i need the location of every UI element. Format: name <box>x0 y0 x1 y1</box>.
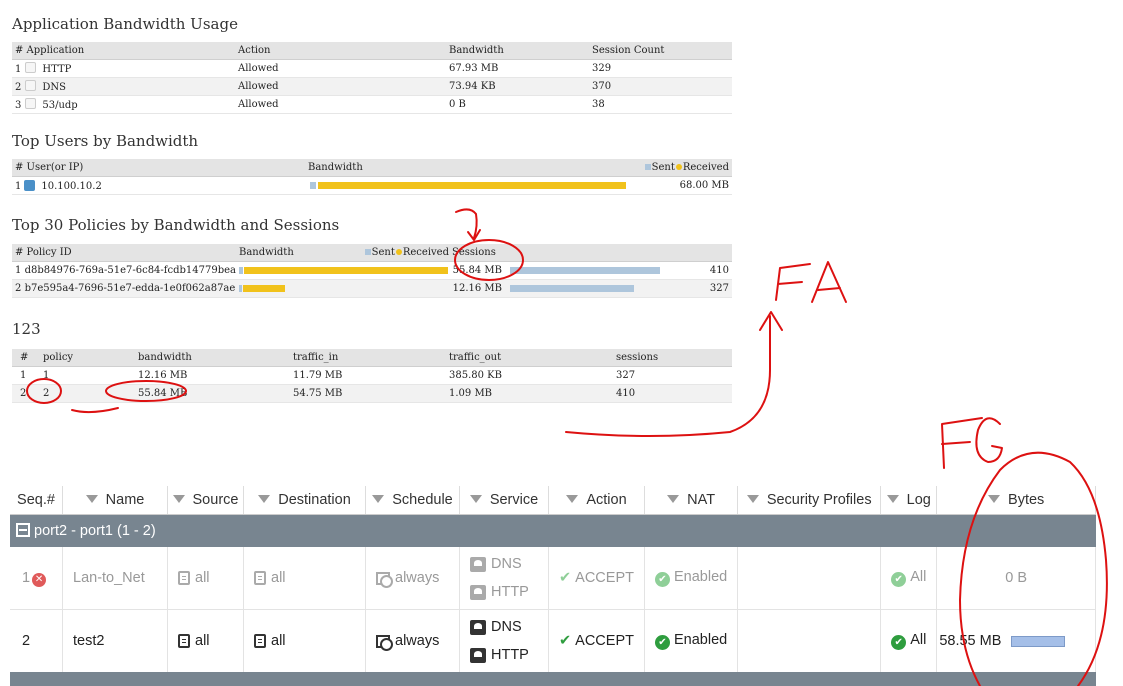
fg-letters <box>941 417 1003 469</box>
table-row[interactable]: 1 1 12.16 MB 11.79 MB 385.80 KB 327 <box>12 366 732 385</box>
received-bar <box>244 267 448 274</box>
sessions-bar <box>510 267 660 274</box>
filter-icon[interactable] <box>372 495 385 503</box>
table-row[interactable]: 2 DNS Allowed 73.94 KB 370 <box>12 77 732 96</box>
id-underline <box>71 407 119 414</box>
table-row[interactable]: 1 HTTP Allowed 67.93 MB 329 <box>12 59 732 78</box>
service-icon <box>470 556 486 572</box>
table-row[interactable]: 1 d8b84976-769a-51e7-6c84-fcdb14779bea 5… <box>12 261 732 280</box>
table-row[interactable]: 2 2 55.84 MB 54.75 MB 1.09 MB 410 <box>12 384 732 403</box>
next-group-band <box>10 672 1096 686</box>
address-icon <box>254 634 266 649</box>
col-bandwidth[interactable]: Bandwidth Sent Received <box>305 159 732 177</box>
col-log[interactable]: Log <box>880 486 938 515</box>
received-bar <box>243 285 285 292</box>
sent-legend-swatch <box>644 164 651 170</box>
app-icon <box>25 62 37 73</box>
legend: Sent Received <box>644 162 732 173</box>
filter-icon[interactable] <box>172 495 185 503</box>
firewall-policy-table: Seq.# Name Source Destination Schedule S… <box>10 486 1096 673</box>
legend: Sent Received <box>364 247 449 258</box>
top-users-title: Top Users by Bandwidth <box>12 132 199 150</box>
col-action[interactable]: Action <box>235 42 446 60</box>
bytes-bar <box>1011 635 1066 647</box>
custom-table-title: 123 <box>12 320 41 338</box>
col-bandwidth[interactable]: Bandwidth Sent Received <box>236 244 449 262</box>
received-legend-swatch <box>675 164 682 170</box>
address-icon <box>254 571 266 586</box>
col-bandwidth[interactable]: Bandwidth <box>446 42 589 60</box>
filter-icon[interactable] <box>886 495 899 503</box>
arrow-mark-top <box>455 208 481 241</box>
col-user[interactable]: # User(or IP) <box>12 159 305 177</box>
address-icon <box>178 634 190 649</box>
sent-bar <box>310 182 316 189</box>
check-circle-icon: ✔ <box>654 572 670 587</box>
collapse-icon[interactable] <box>16 523 30 537</box>
app-icon <box>25 98 37 109</box>
table-row[interactable]: 2 b7e595a4-7696-51e7-edda-1e0f062a87ae 1… <box>12 279 732 298</box>
table-row[interactable]: 1 10.100.10.2 68.00 MB <box>12 176 732 195</box>
policy-id: 1 d8b84976-769a-51e7-6c84-fcdb14779bea <box>12 261 236 280</box>
disabled-icon: ✕ <box>32 572 47 587</box>
custom-table: # policy bandwidth traffic_in traffic_ou… <box>12 349 732 403</box>
check-icon: ✔ <box>559 570 572 586</box>
filter-icon[interactable] <box>566 495 579 503</box>
user-icon <box>24 179 36 191</box>
policy-row[interactable]: 1 ✕ Lan-to_Net all all always DNS HTTP ✔ AC… <box>10 547 1096 610</box>
app-bandwidth-title: Application Bandwidth Usage <box>12 15 238 33</box>
interface-pair-group[interactable]: port2 - port1 (1 - 2) <box>10 514 1096 547</box>
service-icon <box>470 647 486 663</box>
sessions-bar <box>510 285 634 292</box>
top-users-table: # User(or IP) Bandwidth Sent Received 1 10… <box>12 159 732 195</box>
service-icon <box>470 619 486 635</box>
app-bandwidth-table: # Application Action Bandwidth Session C… <box>12 42 732 114</box>
policy-row[interactable]: 2 test2 all all always DNS HTTP ✔ ACCEPT ✔… <box>10 609 1096 673</box>
schedule-icon <box>376 634 393 651</box>
check-circle-icon: ✔ <box>654 635 670 650</box>
col-sessions[interactable]: Sessions <box>449 244 732 262</box>
app-icon <box>25 80 37 91</box>
policy-id: 2 b7e595a4-7696-51e7-edda-1e0f062a87ae <box>12 279 236 298</box>
received-bar <box>318 182 626 189</box>
check-icon: ✔ <box>559 633 572 649</box>
col-policy-id[interactable]: # Policy ID <box>12 244 236 262</box>
col-source[interactable]: Source <box>167 486 244 515</box>
filter-icon[interactable] <box>85 495 98 503</box>
col-service[interactable]: Service <box>459 486 549 515</box>
address-icon <box>178 571 190 586</box>
schedule-icon <box>376 571 393 588</box>
col-session-count[interactable]: Session Count <box>589 42 732 60</box>
service-icon <box>470 584 486 600</box>
filter-icon[interactable] <box>988 495 1001 503</box>
filter-icon[interactable] <box>258 495 271 503</box>
filter-icon[interactable] <box>746 495 759 503</box>
col-action[interactable]: Action <box>548 486 645 515</box>
check-circle-icon: ✔ <box>891 572 907 587</box>
col-schedule[interactable]: Schedule <box>365 486 460 515</box>
top-policies-title: Top 30 Policies by Bandwidth and Session… <box>12 216 340 234</box>
fa-letters <box>775 261 847 303</box>
col-application[interactable]: # Application <box>12 42 235 60</box>
col-nat[interactable]: NAT <box>644 486 739 515</box>
col-bytes[interactable]: Bytes <box>936 486 1096 515</box>
col-security-profiles[interactable]: Security Profiles <box>737 486 882 515</box>
col-destination[interactable]: Destination <box>243 486 366 515</box>
filter-icon[interactable] <box>469 495 482 503</box>
top-policies-table: # Policy ID Bandwidth Sent Received Sessio… <box>12 244 732 298</box>
col-seq[interactable]: Seq.# <box>10 486 63 515</box>
filter-icon[interactable] <box>667 495 680 503</box>
check-circle-icon: ✔ <box>891 635 907 650</box>
table-row[interactable]: 3 53/udp Allowed 0 B 38 <box>12 95 732 114</box>
col-name[interactable]: Name <box>62 486 168 515</box>
